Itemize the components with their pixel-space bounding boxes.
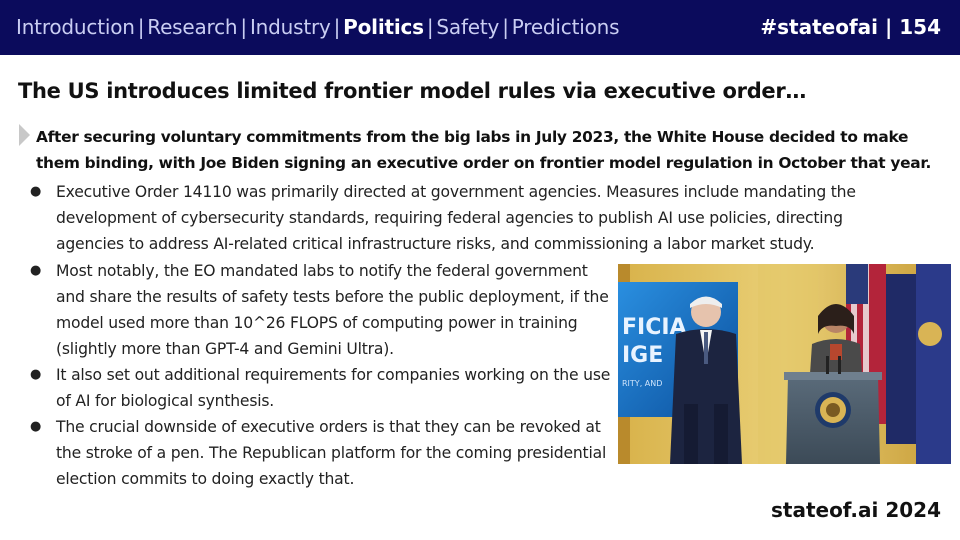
bullet-text: Most notably, the EO mandated labs to no…	[56, 262, 609, 358]
section-nav: Introduction | Research | Industry | Politics |…	[16, 15, 620, 39]
nav-item-politics[interactable]: Politics	[343, 15, 424, 39]
slide-tag: #stateofai | 154	[760, 15, 941, 39]
bullet-list: ● Most notably, the EO mandated labs to …	[30, 258, 615, 492]
nav-item-introduction[interactable]: Introduction	[16, 15, 135, 39]
nav-separator: |	[137, 15, 145, 39]
bullet-text: It also set out additional requirements …	[56, 366, 611, 410]
nav-separator: |	[240, 15, 247, 39]
header-bar: Introduction | Research | Industry | Politics |…	[0, 0, 960, 55]
footer-brand: stateof.ai 2024	[770, 498, 941, 522]
list-item: ● It also set out additional requirement…	[30, 362, 615, 414]
bullet-dot-icon: ●	[30, 419, 42, 434]
bullet-dot-icon: ●	[30, 367, 42, 382]
intro-arrow-icon	[19, 124, 30, 146]
nav-item-industry[interactable]: Industry	[250, 15, 331, 39]
bullet-dot-icon: ●	[30, 263, 42, 278]
nav-item-safety[interactable]: Safety	[436, 15, 499, 39]
nav-item-research[interactable]: Research	[147, 15, 237, 39]
list-item: ● Executive Order 14110 was primarily di…	[30, 179, 900, 257]
slide-title: The US introduces limited frontier model…	[18, 79, 807, 103]
nav-separator: |	[502, 15, 509, 39]
list-item: ● Most notably, the EO mandated labs to …	[30, 258, 615, 362]
nav-separator: |	[333, 15, 341, 39]
list-item: ● The crucial downside of executive orde…	[30, 414, 615, 492]
screen-text: RITY, AND	[622, 379, 662, 388]
bullet-list: ● Executive Order 14110 was primarily di…	[30, 179, 900, 257]
intro-paragraph: After securing voluntary commitments fro…	[36, 128, 931, 172]
press-event-photo: FICIA IGE RITY, AND	[618, 264, 951, 464]
bullet-dot-icon: ●	[30, 184, 42, 199]
bullet-text: The crucial downside of executive orders…	[56, 418, 607, 488]
nav-separator: |	[426, 15, 434, 39]
nav-item-predictions[interactable]: Predictions	[512, 15, 620, 39]
screen-text: IGE	[622, 343, 663, 368]
bullet-text: Executive Order 14110 was primarily dire…	[56, 183, 856, 253]
